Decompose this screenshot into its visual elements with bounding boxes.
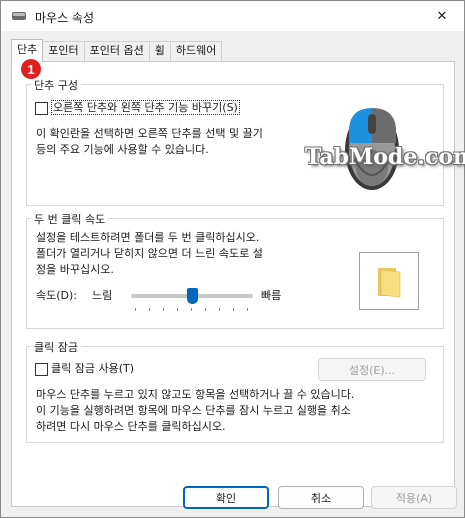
test-folder-area[interactable] [359,252,419,310]
double-click-description-1: 설정을 테스트하려면 폴더를 두 번 클릭하십시오. [36,231,260,244]
click-lock-checkbox[interactable] [35,362,48,376]
double-click-speed-slider[interactable] [131,286,253,312]
slider-tick [205,308,206,311]
slider-tick [233,308,234,311]
slider-tick [191,308,192,311]
window-title: 마우스 속성 [35,11,95,25]
double-click-description-3: 정을 바꾸십시오. [36,263,114,276]
title-bar: 마우스 속성 ✕ [1,1,464,31]
slider-tick [149,308,150,311]
click-lock-label: 클릭 잠금 사용(T) [51,362,135,375]
tab-pointer-options[interactable]: 포인터 옵션 [83,41,150,61]
mouse-app-icon [11,9,27,23]
swap-buttons-row[interactable]: 오른쪽 단추와 왼쪽 단추 기능 바꾸기(S) [35,100,240,115]
tab-hardware[interactable]: 하드웨어 [169,41,223,61]
button-config-description-1: 이 확인란을 선택하면 오른쪽 단추를 선택 및 끌기 [36,127,263,140]
double-click-description-2: 폴더가 열리거나 닫히지 않으면 더 느린 속도로 설 [36,247,263,260]
close-button[interactable]: ✕ [420,1,464,31]
ok-button[interactable]: 확인 [183,486,269,509]
slider-thumb[interactable] [187,288,198,304]
cancel-button[interactable]: 취소 [278,486,364,509]
slider-tick [135,308,136,311]
slider-tick [247,308,248,311]
tab-pointers[interactable]: 포인터 [42,41,85,61]
apply-button[interactable]: 적용(A) [371,486,457,509]
group-title-button-config: 단추 구성 [31,77,81,93]
button-config-description-2: 등의 주요 기능에 사용할 수 있습니다. [36,143,209,156]
slider-tick [177,308,178,311]
mouse-properties-dialog: 마우스 속성 ✕ 단추 포인터 포인터 옵션 휠 하드웨어 1 단추 구성 오른… [0,0,465,518]
speed-label: 속도(D): [36,289,77,302]
click-lock-settings-button[interactable]: 설정(E)... [318,358,426,381]
slow-label: 느림 [92,289,113,302]
folder-icon[interactable] [374,266,404,301]
fast-label: 빠름 [261,289,282,302]
click-lock-description-2: 이 기능을 실행하려면 항목에 마우스 단추를 잠시 누르고 실행을 취소 [36,404,351,417]
click-lock-description-3: 하려면 다시 마우스 단추를 클릭하십시오. [36,420,226,433]
swap-buttons-checkbox[interactable] [35,101,48,115]
group-title-double-click: 두 번 클릭 속도 [31,211,109,227]
tab-wheel[interactable]: 휠 [148,41,171,61]
swap-buttons-label: 오른쪽 단추와 왼쪽 단추 기능 바꾸기(S) [51,100,240,115]
watermark-text: TabMode.com [305,144,465,170]
tab-strip: 단추 포인터 포인터 옵션 휠 하드웨어 [11,39,223,62]
close-icon: ✕ [436,8,448,24]
slider-tick [163,308,164,311]
callout-badge: 1 [21,59,41,79]
click-lock-description-1: 마우스 단추를 누르고 있지 않고도 항목을 선택하거나 끌 수 있습니다. [36,388,355,401]
slider-tick [219,308,220,311]
click-lock-row[interactable]: 클릭 잠금 사용(T) [35,361,134,376]
group-title-click-lock: 클릭 잠금 [31,339,81,355]
